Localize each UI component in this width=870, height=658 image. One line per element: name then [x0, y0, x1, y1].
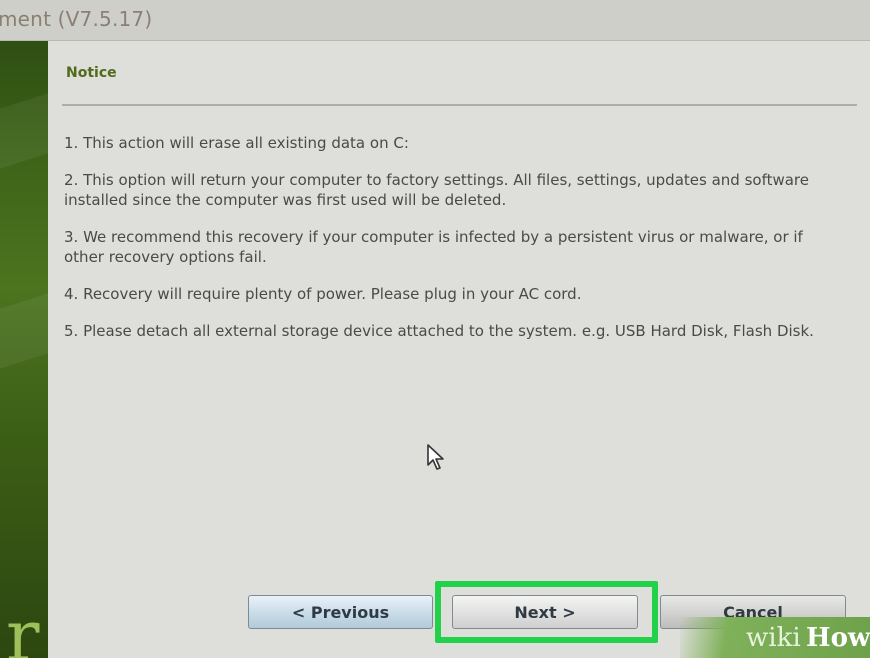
notice-item: 4. Recovery will require plenty of power…	[64, 285, 582, 303]
notice-item: 2. This option will return your computer…	[64, 171, 809, 209]
watermark-wiki: wiki	[746, 623, 801, 653]
wikihow-watermark: wiki How	[680, 617, 870, 658]
notice-list: 1. This action will erase all existing d…	[64, 133, 844, 358]
next-button-highlight	[435, 581, 658, 643]
notice-heading: Notice	[66, 65, 117, 81]
previous-button[interactable]: < Previous	[248, 595, 433, 629]
notice-item: 3. We recommend this recovery if your co…	[64, 228, 803, 266]
recovery-window: ment (V7.5.17) r Notice 1. This action w…	[0, 0, 870, 658]
notice-panel: Notice 1. This action will erase all exi…	[48, 41, 870, 658]
mouse-pointer-icon	[427, 444, 444, 470]
sidebar-swoosh	[0, 93, 48, 169]
brand-glyph-icon: r	[6, 595, 40, 658]
divider	[62, 104, 857, 106]
title-bar: ment (V7.5.17)	[0, 0, 870, 41]
watermark-how: How	[806, 623, 870, 653]
window-title: ment (V7.5.17)	[0, 7, 153, 31]
notice-item: 5. Please detach all external storage de…	[64, 322, 814, 340]
brand-sidebar: r	[0, 41, 48, 658]
sidebar-swoosh	[0, 293, 48, 369]
notice-item: 1. This action will erase all existing d…	[64, 134, 409, 152]
